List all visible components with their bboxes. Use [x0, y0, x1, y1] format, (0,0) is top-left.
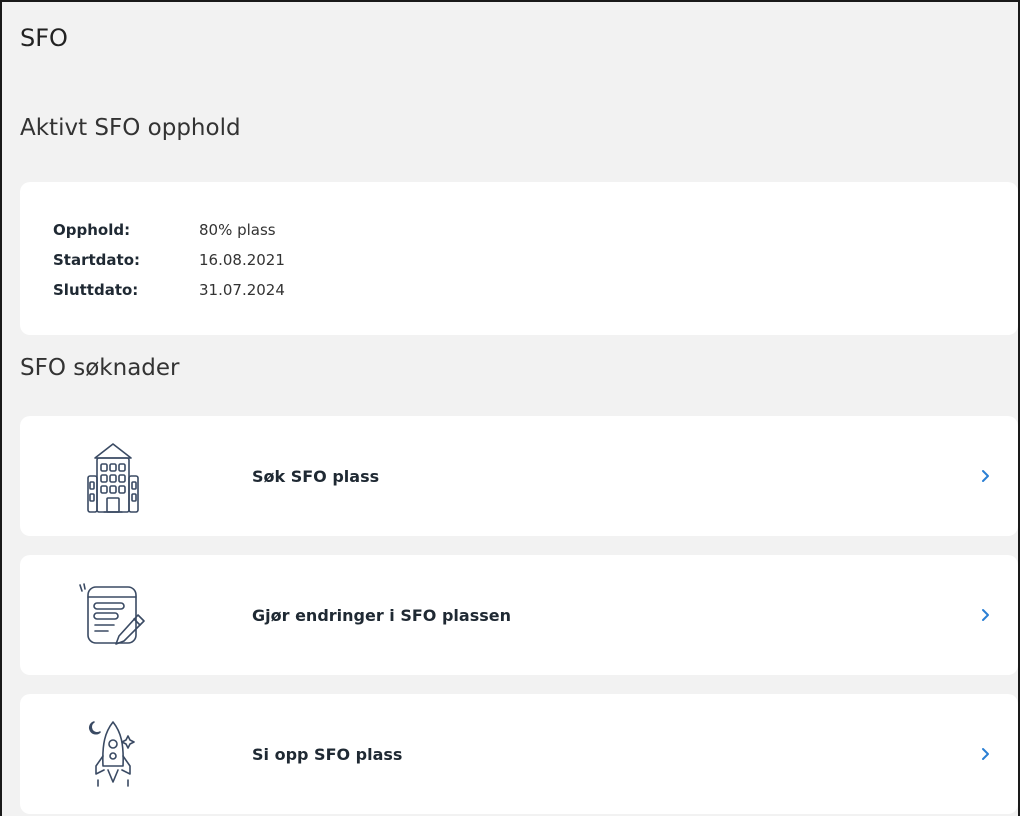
- sfo-page: SFO Aktivt SFO opphold Opphold: 80% plas…: [0, 0, 1020, 816]
- chevron-right-icon: [980, 416, 992, 536]
- cancel-sfo-card[interactable]: Si opp SFO plass: [20, 694, 1018, 814]
- end-date-value: 31.07.2024: [199, 281, 285, 299]
- active-stay-card: Opphold: 80% plass Startdato: 16.08.2021…: [20, 182, 1018, 335]
- stay-label: Opphold:: [53, 221, 131, 239]
- form-edit-icon: [68, 575, 158, 655]
- apply-sfo-card[interactable]: Søk SFO plass: [20, 416, 1018, 536]
- chevron-right-icon: [980, 555, 992, 675]
- start-date-value: 16.08.2021: [199, 251, 285, 269]
- cancel-sfo-label: Si opp SFO plass: [252, 744, 403, 764]
- end-date-label: Sluttdato:: [53, 281, 139, 299]
- start-date-label: Startdato:: [53, 251, 140, 269]
- page-title: SFO: [20, 24, 68, 52]
- chevron-right-icon: [980, 694, 992, 814]
- apply-sfo-label: Søk SFO plass: [252, 466, 380, 486]
- school-building-icon: [68, 436, 158, 516]
- active-stay-details: Opphold: 80% plass Startdato: 16.08.2021…: [53, 218, 285, 302]
- change-sfo-label: Gjør endringer i SFO plassen: [252, 605, 511, 625]
- applications-heading: SFO søknader: [20, 355, 180, 381]
- rocket-icon: [68, 714, 158, 794]
- stay-value: 80% plass: [199, 221, 276, 239]
- active-stay-heading: Aktivt SFO opphold: [20, 115, 241, 141]
- change-sfo-card[interactable]: Gjør endringer i SFO plassen: [20, 555, 1018, 675]
